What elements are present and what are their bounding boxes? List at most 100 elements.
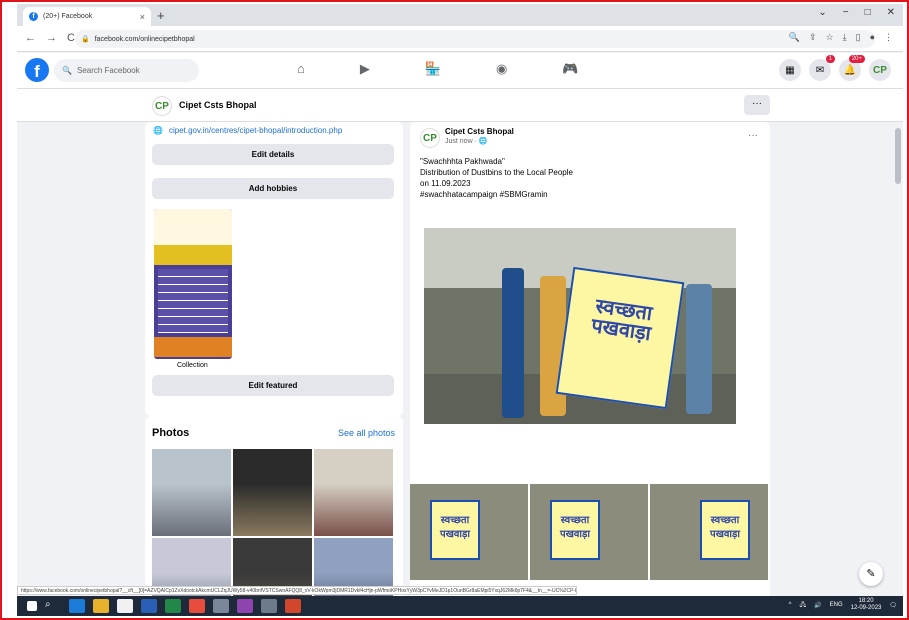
url-text: facebook.com/onlinecipetbhopal [94, 35, 195, 43]
facebook-logo-icon[interactable]: f [25, 58, 49, 82]
messenger-icon[interactable]: ✉ 1 [809, 55, 835, 81]
clock-time: 18:20 [858, 598, 874, 604]
thumb-banner: स्वच्छता पखवाड़ा [700, 500, 750, 560]
thumb-banner: स्वच्छता पखवाड़ा [550, 500, 600, 560]
nav-buttons: ← → C [25, 32, 75, 44]
excel-icon[interactable] [165, 599, 181, 613]
page-avatar[interactable]: CP [152, 96, 172, 116]
system-tray: ^ 🖧 🔊 ENG 18:20 12-09-2023 🗨 [789, 598, 897, 612]
page-more-button[interactable]: ··· [744, 95, 770, 115]
back-button[interactable]: ← [25, 32, 36, 44]
powerpoint-icon[interactable] [285, 599, 301, 613]
person-figure [686, 284, 712, 414]
page-header: CP Cipet Csts Bhopal ··· [17, 89, 903, 122]
video-icon[interactable]: ▶ [360, 61, 370, 77]
post-author[interactable]: Cipet Csts Bhopal [445, 127, 514, 136]
post-line: on 11.09.2023 [420, 179, 471, 188]
add-hobbies-button[interactable]: Add hobbies [152, 178, 394, 199]
windows-taskbar: ⌕ ^ 🖧 🔊 ENG 18:20 12-09-2023 🗨 [17, 596, 903, 616]
browser-tab[interactable]: f (20+) Facebook × [23, 7, 151, 26]
post-more-button[interactable]: ··· [748, 130, 758, 141]
home-icon[interactable]: ⌂ [297, 61, 305, 77]
featured-collection-image[interactable] [154, 209, 232, 359]
intro-card: 🌐 cipet.gov.in/centres/cipet-bhopal/intr… [145, 122, 403, 416]
notification-center-icon[interactable]: 🗨 [889, 602, 897, 609]
tray-chevron-icon[interactable]: ^ [789, 602, 792, 608]
photo-thumb[interactable] [233, 449, 312, 536]
maximize-button[interactable]: □ [865, 7, 871, 18]
store-icon[interactable] [117, 599, 133, 613]
new-tab-button[interactable]: + [157, 8, 165, 23]
file-explorer-icon[interactable] [93, 599, 109, 613]
lock-icon: 🔒 [81, 36, 90, 43]
app-icon[interactable] [213, 599, 229, 613]
post-hashtags[interactable]: #swachhatacampaign #SBMGramin [420, 189, 573, 200]
sidepanel-icon[interactable]: ▯ [856, 32, 861, 43]
facebook-header: f 🔍 Search Facebook ⌂ ▶ 🏪 ◉ 🎮 ▦ ✉ 1 🔔 20+ … [17, 53, 903, 89]
gaming-icon[interactable]: 🎮 [562, 61, 578, 77]
notifications-icon[interactable]: 🔔 20+ [839, 55, 865, 81]
volume-icon[interactable]: 🔊 [814, 602, 821, 609]
notifications-badge: 20+ [848, 55, 865, 63]
search-placeholder: Search Facebook [76, 66, 140, 75]
post-thumb[interactable]: स्वच्छता पखवाड़ा [650, 484, 768, 580]
thumb-banner: स्वच्छता पखवाड़ा [430, 500, 480, 560]
download-icon[interactable]: ⤓ [843, 32, 847, 43]
word-icon[interactable] [141, 599, 157, 613]
post-thumb[interactable]: स्वच्छता पखवाड़ा [410, 484, 528, 580]
post-thumb[interactable]: स्वच्छता पखवाड़ा [530, 484, 648, 580]
window-controls: ⌄ − □ ✕ [818, 7, 895, 18]
post-timestamp[interactable]: Just now · 🌐 [445, 137, 488, 145]
banner-text: स्वच्छता पखवाड़ा [589, 295, 654, 346]
see-all-photos-link[interactable]: See all photos [338, 428, 395, 438]
edit-details-button[interactable]: Edit details [152, 144, 394, 165]
minimize-button[interactable]: − [843, 7, 849, 18]
photo-thumb[interactable] [152, 449, 231, 536]
browser-toolbar-icons: 🔍 ⇪ ☆ ⤓ ▯ ● ⋮ [789, 32, 893, 43]
reload-button[interactable]: C [67, 32, 75, 44]
page-name[interactable]: Cipet Csts Bhopal [179, 100, 257, 110]
tab-search-icon[interactable]: ⌄ [818, 7, 826, 18]
url-field[interactable]: 🔒 facebook.com/onlinecipetbhopal [75, 30, 875, 48]
post-line: Distribution of Dustbins to the Local Pe… [420, 168, 573, 177]
paint-icon[interactable] [237, 599, 253, 613]
menu-grid-icon[interactable]: ▦ [779, 59, 801, 81]
edit-featured-button[interactable]: Edit featured [152, 375, 394, 396]
start-icon[interactable] [27, 601, 37, 611]
edge-icon[interactable] [69, 599, 85, 613]
marketplace-icon[interactable]: 🏪 [425, 61, 441, 77]
address-bar-row: ← → C 🔒 facebook.com/onlinecipetbhopal 🔍… [17, 26, 903, 52]
forward-button[interactable]: → [46, 32, 57, 44]
profile-icon[interactable]: ● [870, 32, 875, 43]
close-tab-icon[interactable]: × [140, 12, 145, 22]
close-window-button[interactable]: ✕ [887, 7, 895, 18]
search-icon[interactable]: ⌕ [45, 599, 61, 613]
chrome-icon[interactable] [189, 599, 205, 613]
photo-thumb[interactable] [314, 449, 393, 536]
scrollbar-thumb[interactable] [895, 128, 901, 184]
post-avatar[interactable]: CP [420, 128, 440, 148]
bookmark-star-icon[interactable]: ☆ [826, 32, 834, 43]
status-url-bar: https://www.facebook.com/onlinecipetbhop… [17, 586, 577, 595]
messenger-badge: 1 [825, 55, 835, 63]
clock[interactable]: 18:20 12-09-2023 [851, 598, 882, 612]
post-main-image[interactable]: स्वच्छता पखवाड़ा [424, 228, 736, 424]
groups-icon[interactable]: ◉ [496, 61, 507, 77]
account-avatar[interactable]: CP [869, 59, 891, 81]
search-icon: 🔍 [62, 66, 72, 75]
post-line: "Swachhhta Pakhwada" [420, 157, 505, 166]
share-icon[interactable]: ⇪ [809, 32, 817, 43]
menu-dots-icon[interactable]: ⋮ [884, 32, 893, 43]
page-scrollbar[interactable] [893, 122, 903, 616]
zoom-icon[interactable]: 🔍 [789, 32, 800, 43]
network-icon[interactable]: 🖧 [799, 600, 806, 610]
new-message-button[interactable]: ✎ [859, 562, 883, 586]
app-icon[interactable] [261, 599, 277, 613]
website-row[interactable]: 🌐 cipet.gov.in/centres/cipet-bhopal/intr… [153, 126, 342, 135]
search-input[interactable]: 🔍 Search Facebook [54, 59, 199, 82]
facebook-favicon-icon: f [29, 12, 38, 21]
photos-heading: Photos [152, 427, 190, 439]
language-indicator[interactable]: ENG [830, 602, 843, 608]
post-card: CP Cipet Csts Bhopal Just now · 🌐 ··· "S… [410, 122, 770, 616]
website-link[interactable]: cipet.gov.in/centres/cipet-bhopal/introd… [169, 126, 342, 135]
